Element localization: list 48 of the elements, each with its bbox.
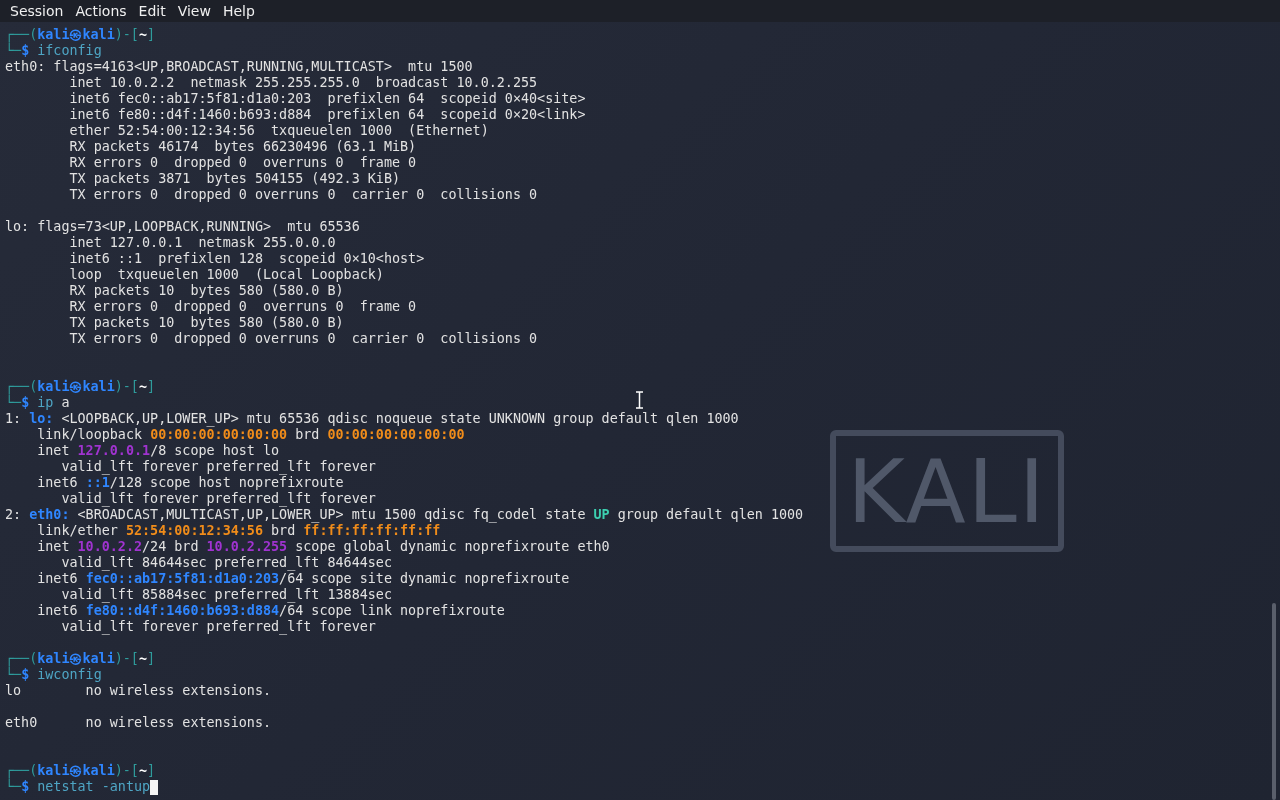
- terminal-line: └─$ iwconfig: [5, 667, 102, 683]
- terminal-line: └─$ ip a: [5, 395, 70, 411]
- terminal-line: TX errors 0 dropped 0 overruns 0 carrier 0 collisions 0: [68, 187, 538, 203]
- terminal-line: inet6 fe80::d4f:1460:b693:d884/64 scope link noprefixroute: [36, 603, 505, 619]
- terminal-line: 2: eth0: <BROADCAST,MULTICAST,UP,LOWER_UP> mtu 1500 qdisc fq_codel state UP group default qlen 1000: [5, 507, 804, 523]
- terminal-line: valid_lft 85884sec preferred_lft 13884sec: [60, 587, 392, 603]
- terminal-line: ether 52:54:00:12:34:56 txqueuelen 1000 (Ethernet): [68, 123, 489, 139]
- terminal-line: inet 127.0.0.1/8 scope host lo: [36, 443, 280, 459]
- terminal-line: ┌──(kali㉿kali)-[~]: [5, 651, 156, 667]
- scrollbar[interactable]: [1272, 603, 1276, 800]
- i-beam-pointer-icon: [635, 391, 644, 409]
- terminal-line: ┌──(kali㉿kali)-[~]: [5, 379, 156, 395]
- terminal-line: ┌──(kali㉿kali)-[~]: [5, 763, 156, 779]
- terminal-line: inet6 fec0::ab17:5f81:d1a0:203 prefixlen 64 scopeid 0×40<site>: [68, 91, 586, 107]
- terminal-line: 1: lo: <LOOPBACK,UP,LOWER_UP> mtu 65536 qdisc noqueue state UNKNOWN group default qlen 1000: [5, 411, 739, 427]
- terminal-line: lo no wireless extensions.: [5, 683, 272, 699]
- menu-item[interactable]: Session: [4, 0, 70, 22]
- terminal-line: inet6 ::1/128 scope host noprefixroute: [36, 475, 344, 491]
- terminal-line: eth0: flags=4163<UP,BROADCAST,RUNNING,MULTICAST> mtu 1500: [5, 59, 473, 75]
- terminal-line: ┌──(kali㉿kali)-[~]: [5, 27, 156, 43]
- terminal-line: valid_lft 84644sec preferred_lft 84644sec: [60, 555, 392, 571]
- terminal-line: inet6 ::1 prefixlen 128 scopeid 0×10<host>: [68, 251, 425, 267]
- terminal-line: valid_lft forever preferred_lft forever: [60, 619, 376, 635]
- menu-item[interactable]: View: [171, 0, 217, 22]
- terminal-line: TX packets 10 bytes 580 (580.0 B): [68, 315, 344, 331]
- terminal-line: RX packets 10 bytes 580 (580.0 B): [68, 283, 344, 299]
- terminal-line: inet6 fec0::ab17:5f81:d1a0:203/64 scope site dynamic noprefixroute: [36, 571, 570, 587]
- terminal-line: lo: flags=73<UP,LOOPBACK,RUNNING> mtu 65536: [5, 219, 360, 235]
- terminal-line: loop txqueuelen 1000 (Local Loopback): [68, 267, 384, 283]
- terminal-line: inet 10.0.2.2 netmask 255.255.255.0 broadcast 10.0.2.255: [68, 75, 538, 91]
- terminal-line: RX errors 0 dropped 0 overruns 0 frame 0: [68, 155, 417, 171]
- menu-item[interactable]: Help: [216, 0, 261, 22]
- menu-item[interactable]: Edit: [132, 0, 172, 22]
- terminal-line: eth0 no wireless extensions.: [5, 715, 272, 731]
- terminal-line: TX errors 0 dropped 0 overruns 0 carrier 0 collisions 0: [68, 331, 538, 347]
- terminal-line: inet 127.0.0.1 netmask 255.0.0.0: [68, 235, 336, 251]
- terminal-line: RX errors 0 dropped 0 overruns 0 frame 0: [68, 299, 417, 315]
- terminal-line: link/loopback 00:00:00:00:00:00 brd 00:00:00:00:00:00: [36, 427, 465, 443]
- terminal-line: link/ether 52:54:00:12:34:56 brd ff:ff:ff:ff:ff:ff: [36, 523, 441, 539]
- menu-item[interactable]: Actions: [69, 0, 133, 22]
- terminal-line: └─$ ifconfig: [5, 43, 102, 59]
- terminal-line: RX packets 46174 bytes 66230496 (63.1 MiB): [68, 139, 417, 155]
- terminal-line: └─$ netstat -antup: [5, 779, 151, 795]
- terminal-line: valid_lft forever preferred_lft forever: [60, 459, 376, 475]
- terminal-line: inet6 fe80::d4f:1460:b693:d884 prefixlen 64 scopeid 0×20<link>: [68, 107, 586, 123]
- terminal-line: TX packets 3871 bytes 504155 (492.3 KiB): [68, 171, 401, 187]
- terminal-line: inet 10.0.2.2/24 brd 10.0.2.255 scope global dynamic noprefixroute eth0: [36, 539, 610, 555]
- terminal-line: valid_lft forever preferred_lft forever: [60, 491, 376, 507]
